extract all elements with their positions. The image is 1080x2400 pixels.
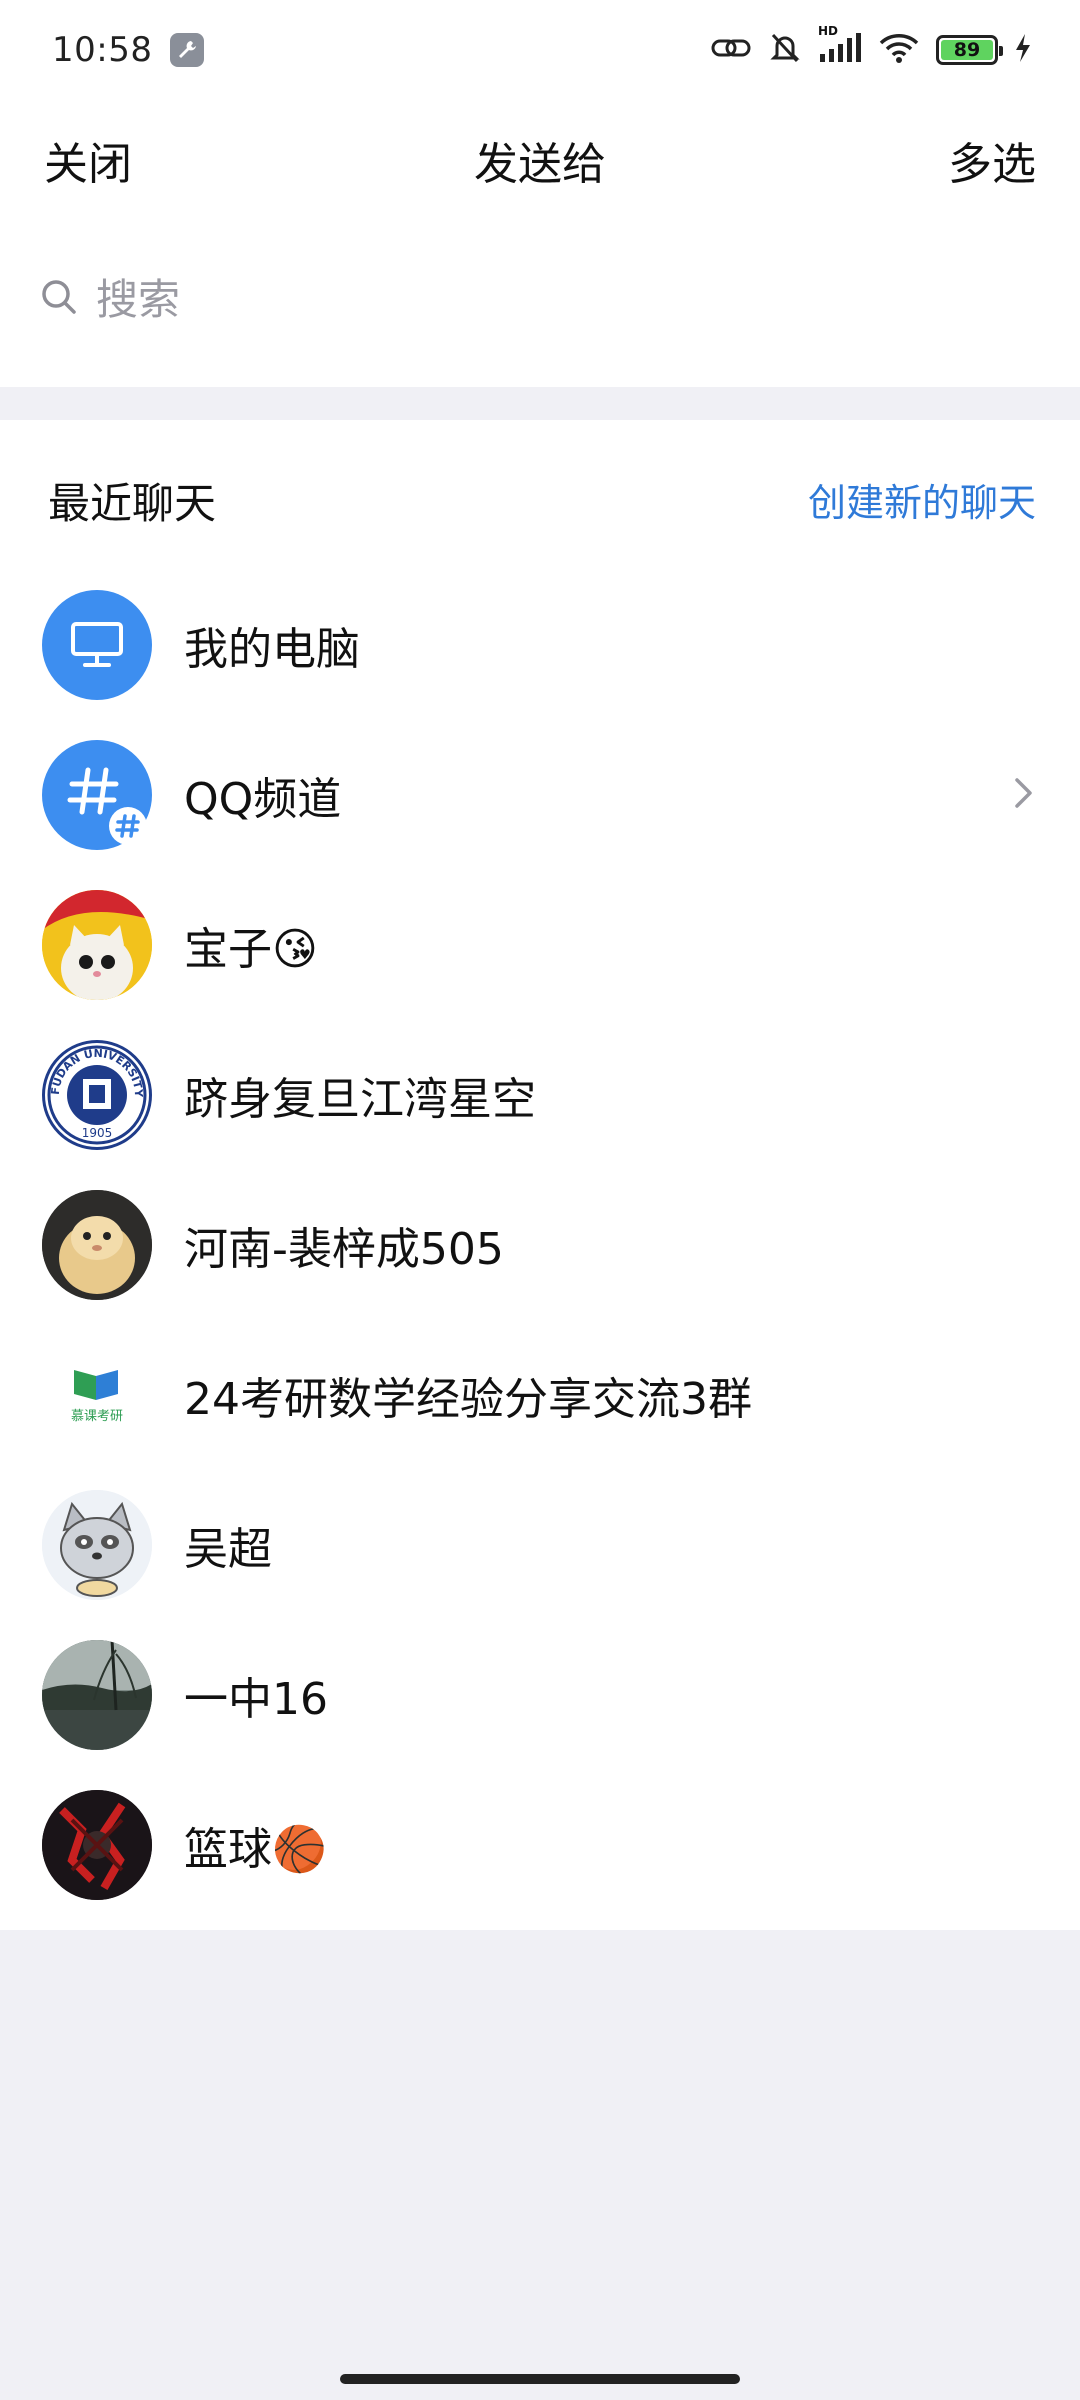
fudan-logo-avatar: FUDAN UNIVERSITY 1905	[42, 1040, 152, 1150]
charging-icon	[1014, 33, 1032, 67]
mooc-logo-avatar: 慕课考研	[42, 1340, 152, 1450]
chat-row-basketball[interactable]: 篮球🏀	[0, 1770, 1080, 1920]
computer-icon	[42, 590, 152, 700]
signal-icon: HD	[818, 24, 862, 68]
lake-photo-avatar	[42, 1640, 152, 1750]
page-title: 发送给	[474, 139, 606, 190]
battery-icon: 89	[936, 35, 1003, 65]
mooc-label-text: 慕课考研	[71, 1409, 123, 1424]
battery-level: 89	[941, 39, 993, 61]
wifi-icon	[878, 32, 920, 68]
search-input[interactable]	[96, 274, 996, 324]
hd-label: HD	[818, 24, 839, 38]
chat-name: 跻身复旦江湾星空	[184, 1074, 536, 1125]
status-time: 10:58	[52, 30, 153, 70]
chat-row-fudan[interactable]: FUDAN UNIVERSITY 1905 跻身复旦江湾星空	[0, 1020, 1080, 1170]
chat-row-my-computer[interactable]: 我的电脑	[0, 570, 1080, 720]
chat-name: 篮球🏀	[184, 1824, 327, 1875]
dark-art-avatar	[42, 1790, 152, 1900]
raccoon-avatar	[42, 1490, 152, 1600]
wrench-icon	[170, 33, 205, 67]
link-icon	[710, 33, 752, 67]
recent-chat-list: 最近聊天 创建新的聊天 我的电脑 QQ频道 宝子😘 FUDAN UNIVERSI…	[0, 420, 1080, 1930]
channel-hash-icon	[42, 740, 152, 850]
chat-name: 吴超	[184, 1524, 272, 1575]
chat-row-wuchao[interactable]: 吴超	[0, 1470, 1080, 1620]
section-header: 最近聊天 创建新的聊天	[0, 420, 1080, 570]
multi-select-button[interactable]: 多选	[948, 128, 1036, 192]
chat-row-kaoyan[interactable]: 慕课考研 24考研数学经验分享交流3群	[0, 1320, 1080, 1470]
chevron-right-icon	[1012, 775, 1036, 815]
chat-row-yizhong16[interactable]: 一中16	[0, 1620, 1080, 1770]
chat-name: 一中16	[184, 1674, 328, 1725]
chat-name: 河南-裴梓成505	[184, 1224, 504, 1275]
section-title: 最近聊天	[48, 479, 217, 528]
header: 关闭 发送给 多选	[0, 100, 1080, 215]
close-button[interactable]: 关闭	[44, 128, 132, 192]
chat-row-henan[interactable]: 河南-裴梓成505	[0, 1170, 1080, 1320]
create-chat-link[interactable]: 创建新的聊天	[808, 472, 1036, 527]
chat-name: 宝子😘	[184, 924, 318, 975]
status-left: 10:58	[52, 30, 205, 70]
chat-name: 24考研数学经验分享交流3群	[184, 1374, 752, 1425]
search-area	[0, 215, 1080, 387]
cat-avatar	[42, 890, 152, 1000]
bell-muted-icon	[768, 31, 802, 69]
search-box[interactable]	[40, 259, 1040, 339]
search-icon	[40, 278, 78, 320]
fudan-year-text: 1905	[82, 1126, 113, 1140]
hamster-avatar	[42, 1190, 152, 1300]
chat-name: QQ频道	[184, 774, 342, 825]
status-right: HD 89	[710, 24, 1032, 69]
status-bar: 10:58 HD 89	[0, 0, 1080, 100]
home-indicator[interactable]	[340, 2374, 740, 2384]
chat-name: 我的电脑	[184, 624, 360, 675]
chat-row-baozi[interactable]: 宝子😘	[0, 870, 1080, 1020]
chat-row-qq-channel[interactable]: QQ频道	[0, 720, 1080, 870]
